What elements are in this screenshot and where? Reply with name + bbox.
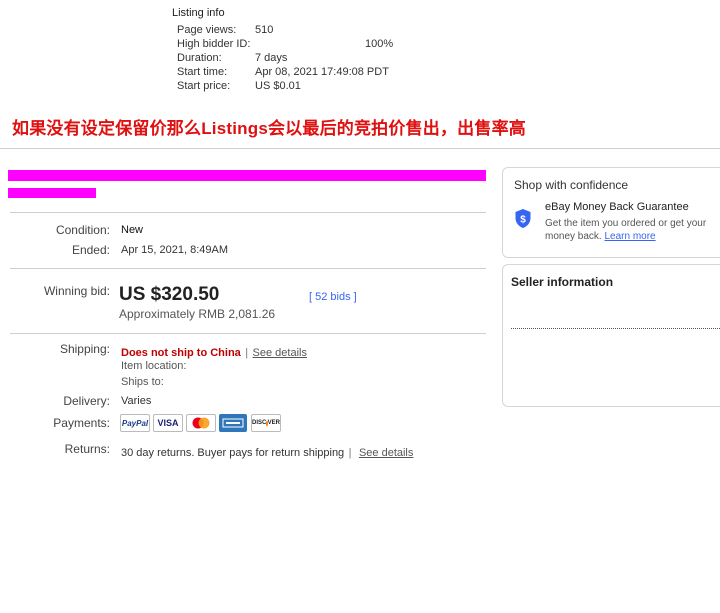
ships-to-label: Ships to: (121, 376, 164, 388)
listing-info-row-page-views: Page views: 510 (0, 24, 720, 38)
delivery-label: Delivery: (63, 394, 110, 408)
item-location-label: Item location: (121, 360, 187, 372)
delivery-value: Varies (121, 395, 152, 407)
shield-icon: $ (514, 208, 532, 234)
top-divider (0, 148, 720, 149)
payments-label: Payments: (53, 416, 110, 430)
annotation-note: 如果没有设定保留价那么Listings会以最后的竞拍价售出，出售率高 (12, 119, 526, 138)
start-time-value: Apr 08, 2021 17:49:08 PDT (255, 66, 389, 78)
learn-more-link[interactable]: Learn more (604, 231, 655, 242)
american-express-icon (219, 414, 247, 432)
returns-see-details-link[interactable]: See details (359, 447, 413, 459)
start-time-label: Start time: (177, 66, 228, 78)
listing-info-title: Listing info (172, 7, 225, 19)
seller-information-title: Seller information (511, 275, 614, 289)
redacted-title-line-2 (8, 188, 96, 198)
svg-text:$: $ (520, 215, 526, 226)
shipping-separator: | (245, 347, 249, 359)
page-views-value: 510 (255, 24, 274, 36)
ended-divider (10, 268, 486, 269)
shipping-see-details-link[interactable]: See details (253, 347, 307, 359)
start-price-label: Start price: (177, 80, 231, 92)
discover-icon: DISC VER (251, 414, 281, 432)
high-bidder-label: High bidder ID: (177, 38, 251, 50)
listing-info-row-start-price: Start price: US $0.01 (0, 80, 720, 94)
price-divider (10, 333, 486, 334)
returns-value: 30 day returns. Buyer pays for return sh… (121, 443, 413, 461)
listing-info-row-start-time: Start time: Apr 08, 2021 17:49:08 PDT (0, 66, 720, 80)
returns-label: Returns: (64, 442, 110, 456)
redacted-title-line-1 (8, 170, 486, 181)
winning-bid-value: US $320.50 (119, 284, 220, 305)
money-back-guarantee-title: eBay Money Back Guarantee (545, 201, 689, 213)
bid-count-text[interactable]: 52 bids (315, 291, 350, 303)
duration-value: 7 days (255, 52, 288, 64)
condition-value: New (121, 224, 144, 236)
money-back-guarantee-text: Get the item you ordered or get your mon… (545, 217, 710, 243)
page-views-label: Page views: (177, 24, 237, 36)
paypal-icon: PayPal (120, 414, 150, 432)
shop-with-confidence-title: Shop with confidence (514, 178, 629, 192)
duration-label: Duration: (177, 52, 222, 64)
title-divider (10, 212, 486, 213)
shipping-label: Shipping: (59, 342, 110, 356)
ended-value: Apr 15, 2021, 8:49AM (121, 244, 229, 256)
ended-label: Ended: (71, 243, 110, 257)
mastercard-icon (186, 414, 216, 432)
seller-divider (511, 328, 720, 329)
visa-icon: VISA (153, 414, 183, 432)
start-price-value: US $0.01 (255, 80, 301, 92)
condition-label: Condition: (55, 223, 110, 237)
high-bidder-feedback: 100% (365, 38, 394, 50)
approx-price: Approximately RMB 2,081.26 (119, 307, 276, 321)
winning-bid-label: Winning bid: (43, 284, 110, 298)
listing-info-row-high-bidder: High bidder ID: 100% (0, 38, 720, 52)
shipping-value: Does not ship to China | See details (121, 343, 307, 361)
returns-separator: | (348, 447, 352, 459)
shipping-warning: Does not ship to China (121, 347, 241, 359)
bid-count-link[interactable]: [ 52 bids ] (309, 291, 357, 303)
returns-text: 30 day returns. Buyer pays for return sh… (121, 447, 345, 459)
listing-info-row-duration: Duration: 7 days (0, 52, 720, 66)
